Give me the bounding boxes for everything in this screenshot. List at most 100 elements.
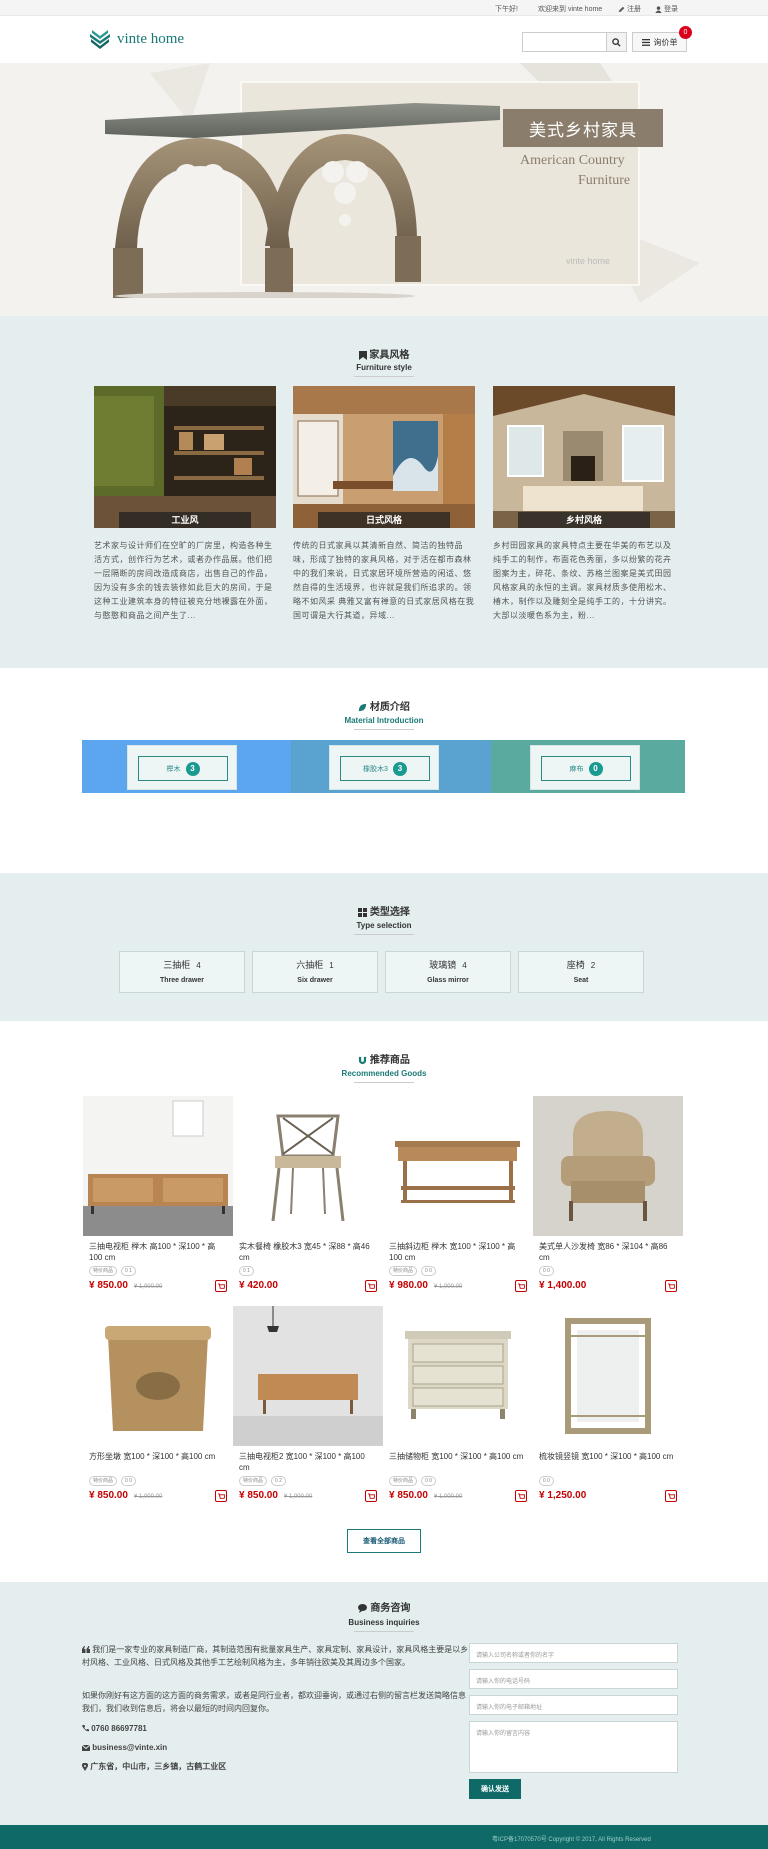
material-section-subtitle: Material Introduction [344, 716, 424, 725]
product-price: ¥ 850.00 [389, 1490, 428, 1501]
register-link[interactable]: 注册 [618, 4, 641, 14]
add-to-cart-button[interactable] [365, 1280, 377, 1292]
business-section-title: 商务咨询 [0, 1599, 768, 1614]
type-item[interactable]: 玻璃镜 4 Glass mirror [385, 951, 511, 993]
email-text: business@vinte.xin [92, 1743, 168, 1752]
material-count: 3 [185, 761, 200, 776]
style-card-country[interactable]: 乡村风格 乡村田园家具的家具特点主要在华美的布艺以及纯手工的制作，布面花色秀丽，… [493, 386, 675, 623]
material-count: 3 [392, 761, 407, 776]
list-icon [641, 38, 650, 46]
type-en: Six drawer [297, 977, 333, 984]
bench-image [105, 103, 500, 298]
cart-icon [667, 1282, 675, 1289]
add-to-cart-button[interactable] [215, 1280, 227, 1292]
furniture-style-section: 家具风格 Furniture style 工业风 艺术家与设计师们在空旷的厂房里… [0, 316, 768, 668]
phone-icon [82, 1725, 89, 1732]
hero-banner[interactable]: 美式乡村家具 American Country Furniture vinte … [0, 63, 768, 316]
grid-icon [358, 907, 368, 917]
product-card[interactable]: 三抽储物柜 宽100 * 深100 * 高100 cm 特价商品 0 0 ¥ 85… [383, 1306, 533, 1504]
product-card[interactable]: 实木餐椅 橡胶木3 宽45 * 深88 * 高46 cm 0 1 ¥ 420.0… [233, 1096, 383, 1294]
product-card[interactable]: 三抽电视柜2 宽100 * 深100 * 高100 cm 特价商品 0 2 ¥ 8… [233, 1306, 383, 1504]
material-item[interactable]: 橡胶木3 3 [329, 745, 439, 790]
product-tag: 特价商品 [389, 1476, 418, 1486]
type-count: 4 [196, 961, 201, 970]
product-price: ¥ 850.00 [89, 1490, 128, 1501]
send-button[interactable]: 确认发送 [469, 1779, 521, 1799]
type-item[interactable]: 座椅 2 Seat [518, 951, 644, 993]
name-field[interactable]: 请输入公司名称或者你的名字 [469, 1643, 678, 1663]
type-count: 2 [590, 961, 596, 970]
add-to-cart-button[interactable] [665, 1280, 677, 1292]
bookmark-icon [358, 350, 367, 360]
logo[interactable]: vinte home [88, 27, 184, 51]
type-name: 座椅 [566, 960, 585, 970]
material-label: 橡胶木3 [363, 765, 388, 773]
material-item[interactable]: 麻布 0 [530, 745, 640, 790]
add-to-cart-button[interactable] [665, 1490, 677, 1502]
material-label: 榉木 [166, 765, 181, 773]
site-header: vinte home 询价单 0 [0, 16, 768, 63]
product-old-price: ¥ 1,000.00 [433, 1284, 463, 1290]
login-link[interactable]: 登录 [655, 4, 678, 14]
divider [354, 934, 414, 935]
envelope-icon [82, 1744, 90, 1751]
product-card[interactable]: 三抽电视柜 榉木 高100 * 深100 * 高100 cm 特价商品 0 1 ¥… [83, 1096, 233, 1294]
product-tag: 特价商品 [239, 1476, 268, 1486]
banner-title-en-2: Furniture [578, 173, 631, 188]
business-email: business@vinte.xin [82, 1741, 472, 1754]
material-section: 材质介绍 Material Introduction 榉木 3 橡胶木3 3 麻布 0 [0, 668, 768, 873]
type-item[interactable]: 三抽柜 4 Three drawer [119, 951, 245, 993]
email-field[interactable]: 请输入你的电子邮箱地址 [469, 1695, 678, 1715]
pencil-icon [618, 6, 625, 12]
type-count: 1 [329, 961, 334, 970]
product-tag: 0 2 [271, 1476, 286, 1486]
cart-icon [517, 1492, 525, 1499]
style-card-industrial[interactable]: 工业风 艺术家与设计师们在空旷的厂房里，构造各种生活方式，创作行为艺术，或者办作… [94, 386, 276, 623]
product-tag: 特价商品 [89, 1476, 118, 1486]
product-name: 方形坐墩 宽100 * 深100 * 高100 cm [89, 1452, 216, 1461]
style-card-label: 日式风格 [318, 512, 450, 528]
search-button[interactable] [606, 33, 626, 51]
search-input[interactable] [525, 33, 607, 50]
add-to-cart-button[interactable] [515, 1280, 527, 1292]
style-section-title: 家具风格 [0, 346, 768, 361]
product-image [233, 1306, 383, 1446]
phone-text: 0760 86697781 [91, 1724, 147, 1733]
product-image [233, 1096, 383, 1236]
style-card-desc: 乡村田园家具的家具特点主要在华美的布艺以及纯手工的制作，布面花色秀丽，多以纷繁的… [493, 541, 672, 620]
type-item[interactable]: 六抽柜 1 Six drawer [252, 951, 378, 993]
quote-count-badge: 0 [679, 26, 692, 39]
divider [354, 1082, 414, 1083]
material-title-text: 材质介绍 [369, 702, 410, 713]
cart-icon [517, 1282, 525, 1289]
product-card[interactable]: 美式单人沙发椅 宽86 * 深104 * 高86 cm 0 0 ¥ 1,400.… [533, 1096, 683, 1294]
add-to-cart-button[interactable] [515, 1490, 527, 1502]
product-tag: 0 1 [239, 1266, 254, 1276]
search-icon [612, 37, 621, 47]
business-address: 广东省，中山市，三乡镇，古鹤工业区 [82, 1760, 472, 1773]
product-card[interactable]: 梳妆镜竖镜 宽100 * 深100 * 高100 cm 0 0 ¥ 1,250.… [533, 1306, 683, 1504]
product-name: 三抽电视柜 榉木 高100 * 深100 * 高100 cm [89, 1242, 216, 1262]
message-field[interactable]: 请输入你的留言内容 [469, 1721, 678, 1773]
type-count: 4 [462, 961, 467, 970]
style-card-label: 乡村风格 [518, 512, 650, 528]
quote-icon [82, 1646, 90, 1654]
style-card-desc: 艺术家与设计师们在空旷的厂房里，构造各种生活方式，创作行为艺术，或者办作品展。他… [94, 541, 273, 620]
product-tag: 0 0 [121, 1476, 136, 1486]
recommend-section-title: 推荐商品 [0, 1051, 768, 1066]
phone-field[interactable]: 请输入你的电话号码 [469, 1669, 678, 1689]
product-card[interactable]: 方形坐墩 宽100 * 深100 * 高100 cm 特价商品 0 0 ¥ 850… [83, 1306, 233, 1504]
leaf-icon [359, 703, 367, 711]
add-to-cart-button[interactable] [215, 1490, 227, 1502]
product-name: 美式单人沙发椅 宽86 * 深104 * 高86 cm [539, 1242, 668, 1262]
style-card-japanese[interactable]: 日式风格 传统的日式家具以其清新自然、简洁的独特品味，形成了独特的家具风格，对于… [293, 386, 475, 623]
product-card[interactable]: 三抽斜边柜 榉木 宽100 * 深100 * 高100 cm 特价商品 0 0 ¥… [383, 1096, 533, 1294]
add-to-cart-button[interactable] [365, 1490, 377, 1502]
view-all-products-button[interactable]: 查看全部商品 [347, 1529, 421, 1553]
search-box[interactable] [522, 32, 627, 52]
quote-list-button[interactable]: 询价单 0 [632, 26, 692, 52]
logo-icon [90, 30, 110, 49]
product-image [83, 1306, 233, 1446]
material-item[interactable]: 榉木 3 [127, 745, 237, 790]
type-en: Glass mirror [427, 977, 469, 984]
